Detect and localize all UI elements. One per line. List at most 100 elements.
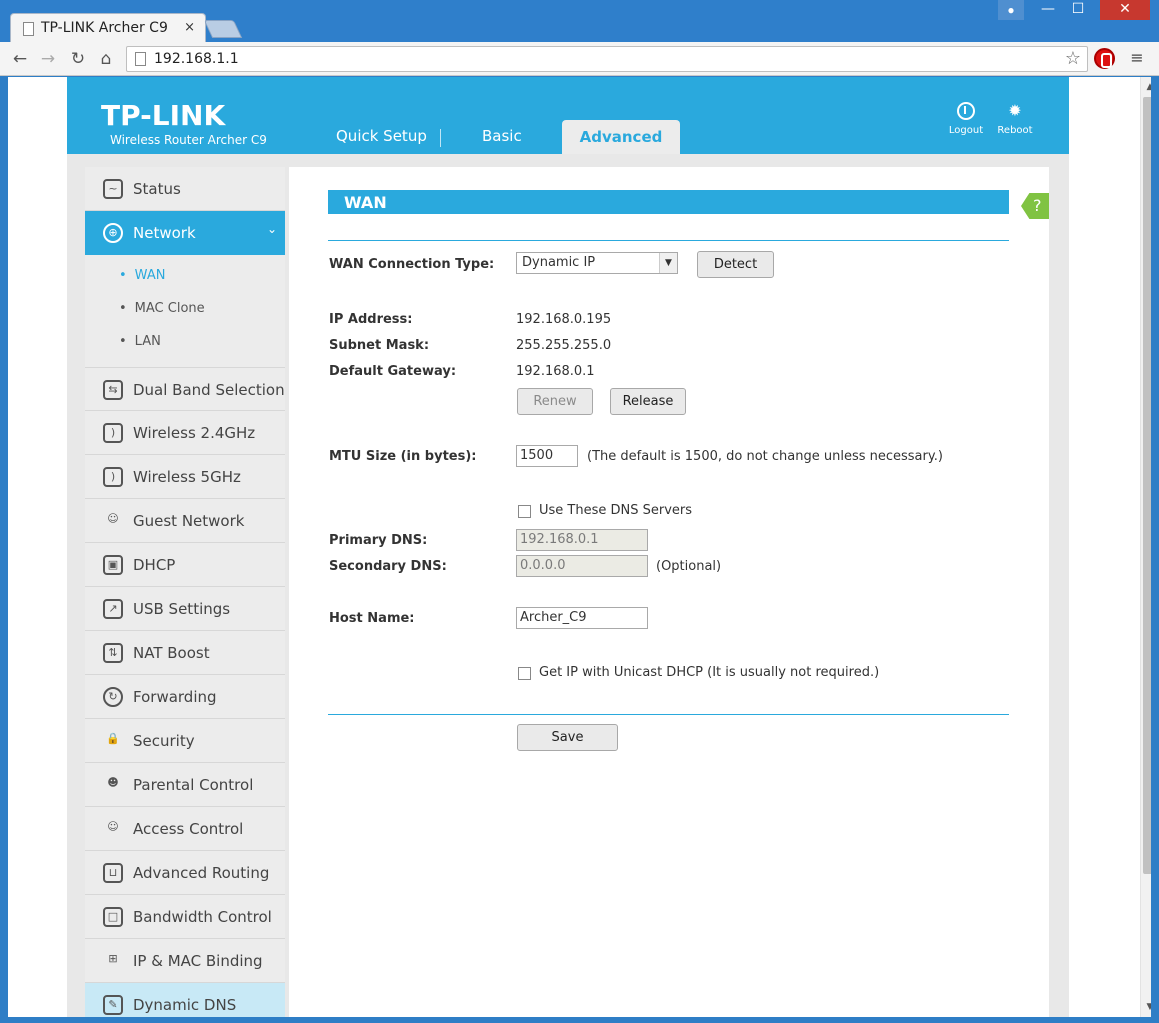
sidebar-item-usb-settings[interactable]: ↗ USB Settings	[85, 587, 285, 631]
sidebar-item-access-control[interactable]: ☺ Access Control	[85, 807, 285, 851]
user-icon[interactable]: ●	[998, 0, 1024, 20]
dual-band-icon: ⇆	[103, 380, 123, 400]
ip-address-value: 192.168.0.195	[516, 312, 612, 327]
new-tab-button[interactable]	[203, 20, 243, 38]
sidebar-item-label: Status	[133, 180, 181, 198]
sidebar-item-forwarding[interactable]: ↻ Forwarding	[85, 675, 285, 719]
scroll-down-arrow-icon[interactable]: ▼	[1141, 999, 1151, 1015]
host-name-input[interactable]: Archer_C9	[516, 607, 648, 629]
sidebar-item-label: Bandwidth Control	[133, 908, 272, 926]
router-header: TP-LINK Wireless Router Archer C9 Quick …	[67, 77, 1069, 154]
nat-icon: ⇅	[103, 643, 123, 663]
address-bar[interactable]: 192.168.1.1 ☆	[126, 46, 1088, 72]
home-icon[interactable]: ⌂	[94, 47, 118, 71]
sidebar-item-dynamic-dns[interactable]: ✎ Dynamic DNS	[85, 983, 285, 1017]
help-button[interactable]: ?	[1021, 193, 1049, 219]
sidebar-item-security[interactable]: 🔒 Security	[85, 719, 285, 763]
divider	[328, 714, 1009, 715]
back-icon[interactable]: ←	[8, 47, 32, 71]
browser-tab[interactable]: TP-LINK Archer C9 ×	[10, 13, 206, 43]
forwarding-icon: ↻	[103, 687, 123, 707]
scroll-thumb[interactable]	[1143, 97, 1151, 874]
sidebar-item-label: Guest Network	[133, 512, 245, 530]
logout-label: Logout	[948, 125, 984, 136]
sidebar-item-wireless-5[interactable]: ) Wireless 5GHz	[85, 455, 285, 499]
sidebar-item-bandwidth-control[interactable]: □ Bandwidth Control	[85, 895, 285, 939]
tab-close-icon[interactable]: ×	[184, 20, 195, 35]
nav-quick-setup[interactable]: Quick Setup	[336, 127, 427, 145]
url-text[interactable]: 192.168.1.1	[154, 51, 239, 67]
default-gateway-label: Default Gateway:	[329, 364, 457, 379]
forward-icon[interactable]: →	[36, 47, 60, 71]
sub-item-wan[interactable]: • WAN	[119, 268, 165, 283]
sidebar: ~ Status ⊕ Network ⌄ • WAN • MAC Clone • LA…	[85, 167, 285, 1017]
browser-toolbar: ← → ↻ ⌂ 192.168.1.1 ☆ ≡	[0, 42, 1159, 76]
maximize-button[interactable]: ☐	[1062, 0, 1094, 20]
page-icon	[135, 52, 146, 66]
sidebar-item-label: Network	[133, 224, 196, 242]
close-window-button[interactable]: ✕	[1100, 0, 1150, 20]
unicast-dhcp-checkbox[interactable]	[518, 667, 531, 680]
sidebar-item-dual-band[interactable]: ⇆ Dual Band Selection	[85, 367, 285, 411]
page-icon	[23, 22, 34, 36]
sidebar-item-wireless-24[interactable]: ) Wireless 2.4GHz	[85, 411, 285, 455]
sidebar-item-label: Dynamic DNS	[133, 996, 237, 1014]
chevron-down-icon: ⌄	[266, 222, 277, 236]
sidebar-item-parental-control[interactable]: ☻ Parental Control	[85, 763, 285, 807]
wan-connection-type-select[interactable]: Dynamic IP ▼	[516, 252, 678, 274]
minimize-button[interactable]: —	[1034, 0, 1062, 20]
sidebar-item-dhcp[interactable]: ▣ DHCP	[85, 543, 285, 587]
chevron-down-icon: ▼	[659, 253, 677, 273]
page-viewport: TP-LINK Wireless Router Archer C9 Quick …	[8, 77, 1151, 1017]
extension-icon[interactable]	[1094, 48, 1115, 69]
reboot-label: Reboot	[997, 125, 1033, 136]
menu-icon[interactable]: ≡	[1128, 48, 1146, 68]
lock-icon: 🔒	[106, 732, 120, 745]
primary-dns-input[interactable]: 192.168.0.1	[516, 529, 648, 551]
sidebar-item-label: USB Settings	[133, 600, 231, 618]
help-icon: ?	[1033, 196, 1042, 215]
nav-separator	[440, 129, 441, 147]
nav-advanced-label: Advanced	[579, 128, 663, 146]
save-button[interactable]: Save	[517, 724, 618, 751]
subnet-mask-value: 255.255.255.0	[516, 338, 612, 353]
detect-button[interactable]: Detect	[697, 251, 774, 278]
tab-title: TP-LINK Archer C9	[41, 20, 168, 36]
use-dns-checkbox[interactable]	[518, 505, 531, 518]
model-name: Wireless Router Archer C9	[110, 133, 267, 147]
sidebar-item-guest-network[interactable]: ☺ Guest Network	[85, 499, 285, 543]
sidebar-item-label: Wireless 2.4GHz	[133, 424, 256, 442]
primary-dns-label: Primary DNS:	[329, 533, 428, 548]
title-bar: TP-LINK Archer C9 × ● — ☐ ✕	[0, 0, 1159, 43]
mtu-size-label: MTU Size (in bytes):	[329, 449, 477, 464]
reload-icon[interactable]: ↻	[66, 47, 90, 71]
router-page: TP-LINK Wireless Router Archer C9 Quick …	[67, 77, 1069, 1017]
sidebar-item-advanced-routing[interactable]: ⊔ Advanced Routing	[85, 851, 285, 895]
ddns-icon: ✎	[103, 995, 123, 1015]
browser-window: TP-LINK Archer C9 × ● — ☐ ✕ ← → ↻ ⌂ 192.…	[0, 0, 1159, 1023]
sidebar-item-nat-boost[interactable]: ⇅ NAT Boost	[85, 631, 285, 675]
sub-item-label: LAN	[134, 334, 161, 349]
sidebar-item-label: Parental Control	[133, 776, 254, 794]
sub-item-lan[interactable]: • LAN	[119, 334, 161, 349]
release-button[interactable]: Release	[610, 388, 686, 415]
reboot-button[interactable]: ✹ Reboot	[990, 102, 1040, 137]
bookmark-star-icon[interactable]: ☆	[1065, 48, 1081, 69]
sidebar-item-label: Access Control	[133, 820, 244, 838]
power-icon	[957, 102, 975, 120]
sub-item-mac-clone[interactable]: • MAC Clone	[119, 301, 205, 316]
parental-icon: ☻	[107, 776, 119, 789]
mtu-size-input[interactable]: 1500	[516, 445, 578, 467]
logout-button[interactable]: Logout	[941, 102, 991, 136]
sidebar-item-status[interactable]: ~ Status	[85, 167, 285, 211]
vertical-scrollbar[interactable]: ▲ ▼	[1140, 77, 1151, 1017]
sidebar-item-label: Wireless 5GHz	[133, 468, 241, 486]
scroll-up-arrow-icon[interactable]: ▲	[1141, 79, 1151, 95]
renew-button[interactable]: Renew	[517, 388, 593, 415]
bandwidth-icon: □	[103, 907, 123, 927]
nav-advanced[interactable]: Advanced	[562, 120, 680, 154]
nav-basic[interactable]: Basic	[482, 127, 522, 145]
sidebar-item-network[interactable]: ⊕ Network ⌄	[85, 211, 285, 255]
sidebar-item-ip-mac-binding[interactable]: ⊞ IP & MAC Binding	[85, 939, 285, 983]
secondary-dns-input[interactable]: 0.0.0.0	[516, 555, 648, 577]
